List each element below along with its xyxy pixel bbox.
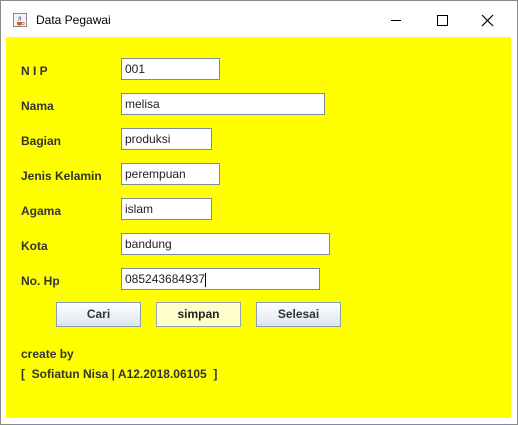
cari-button[interactable]: Cari bbox=[56, 302, 141, 327]
credit-line-1: create by bbox=[21, 347, 74, 361]
kota-label: Kota bbox=[21, 239, 48, 253]
maximize-button[interactable] bbox=[419, 1, 465, 37]
close-button[interactable] bbox=[465, 1, 511, 37]
app-window: Data Pegawai N I P 001 Nama melisa Bagia… bbox=[0, 0, 518, 425]
nama-label: Nama bbox=[21, 99, 54, 113]
minimize-button[interactable] bbox=[373, 1, 419, 37]
bagian-input[interactable]: produksi bbox=[121, 128, 212, 150]
window-title: Data Pegawai bbox=[36, 13, 111, 27]
bagian-label: Bagian bbox=[21, 134, 62, 148]
no-hp-input[interactable]: 085243684937 bbox=[121, 268, 320, 290]
title-bar[interactable]: Data Pegawai bbox=[1, 1, 517, 37]
jenis-kelamin-label: Jenis Kelamin bbox=[21, 169, 102, 183]
credit-line-2: [ Sofiatun Nisa | A12.2018.06105 ] bbox=[21, 367, 218, 381]
nama-input[interactable]: melisa bbox=[121, 93, 325, 115]
nip-label: N I P bbox=[21, 64, 48, 78]
agama-input[interactable]: islam bbox=[121, 198, 212, 220]
text-caret bbox=[205, 272, 207, 287]
no-hp-label: No. Hp bbox=[21, 274, 60, 288]
agama-label: Agama bbox=[21, 204, 62, 218]
simpan-button[interactable]: simpan bbox=[156, 302, 241, 327]
nip-input[interactable]: 001 bbox=[121, 58, 220, 80]
selesai-button[interactable]: Selesai bbox=[256, 302, 341, 327]
jenis-kelamin-input[interactable]: perempuan bbox=[121, 163, 220, 185]
form-panel: N I P 001 Nama melisa Bagian produksi Je… bbox=[6, 37, 511, 418]
kota-input[interactable]: bandung bbox=[121, 233, 330, 255]
java-cup-icon bbox=[13, 13, 27, 27]
no-hp-value: 085243684937 bbox=[125, 272, 206, 286]
